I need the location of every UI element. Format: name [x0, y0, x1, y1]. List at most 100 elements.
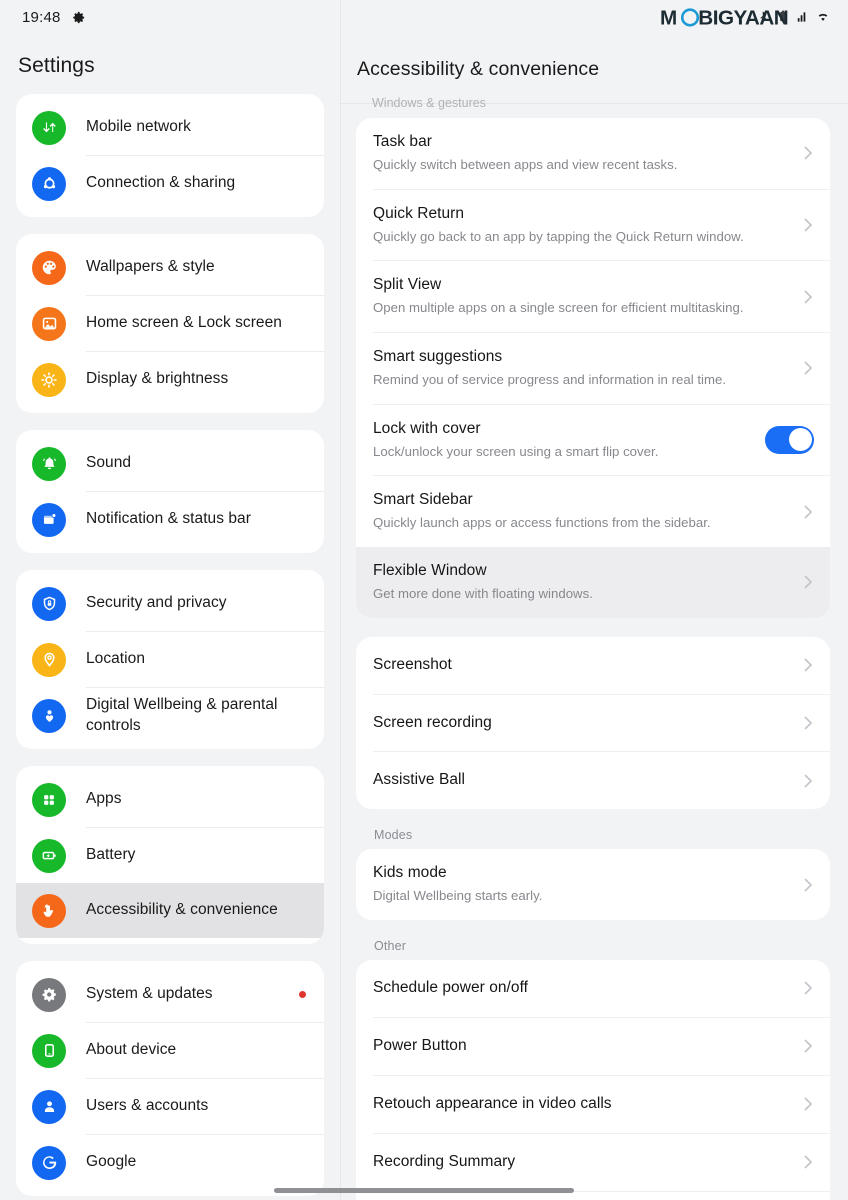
connection-sharing-icon [32, 166, 66, 201]
battery-icon [32, 838, 66, 873]
detail-row-task-bar[interactable]: Task bar Quickly switch between apps and… [356, 118, 830, 189]
bluetooth-icon [756, 10, 770, 29]
accessibility-hand-icon [32, 893, 66, 928]
detail-title: Accessibility & convenience [357, 58, 600, 80]
detail-row-smart-sidebar[interactable]: Smart Sidebar Quickly launch apps or acc… [356, 476, 830, 547]
signal-icon [796, 10, 810, 29]
sidebar-item-label: Display & brightness [86, 370, 229, 388]
row-title: Smart suggestions [373, 347, 503, 365]
detail-card-other: Schedule power on/off Power Button Retou… [356, 960, 830, 1200]
security-shield-lock-icon [32, 586, 66, 621]
wifi-icon [816, 10, 830, 29]
sidebar-group-system: System & updates About device Users & ac… [16, 961, 324, 1196]
google-icon [32, 1145, 66, 1180]
detail-row-split-view[interactable]: Split View Open multiple apps on a singl… [356, 261, 830, 332]
detail-row-screenshot[interactable]: Screenshot [356, 637, 830, 694]
sidebar-item-label: Location [86, 650, 146, 668]
sidebar-item-wallpapers-style[interactable]: Wallpapers & style [16, 240, 324, 295]
sidebar-item-system-updates[interactable]: System & updates [16, 967, 324, 1022]
sidebar-item-label: Battery [86, 846, 136, 864]
detail-card-windows-gestures: Task bar Quickly switch between apps and… [356, 118, 830, 618]
detail-row-screen-recording[interactable]: Screen recording [356, 695, 830, 752]
sidebar-item-users-accounts[interactable]: Users & accounts [16, 1079, 324, 1134]
section-label-modes: Modes [374, 828, 413, 843]
detail-row-quick-return[interactable]: Quick Return Quickly go back to an app b… [356, 190, 830, 261]
system-updates-gear-icon [32, 977, 66, 1012]
status-bar-left: 19:48 [0, 0, 340, 34]
detail-row-retouch-appearance[interactable]: Retouch appearance in video calls [356, 1076, 830, 1133]
row-title: Screen recording [373, 713, 492, 731]
sidebar-item-connection-sharing[interactable]: Connection & sharing [16, 156, 324, 211]
detail-row-schedule-power[interactable]: Schedule power on/off [356, 960, 830, 1017]
chevron-right-icon [802, 655, 814, 675]
sidebar-item-accessibility-convenience[interactable]: Accessibility & convenience [16, 883, 324, 938]
gesture-navigation-bar[interactable] [274, 1188, 574, 1193]
sidebar-group-network: Mobile network Connection & sharing [16, 94, 324, 217]
digital-wellbeing-icon [32, 698, 66, 733]
sidebar-item-label: Home screen & Lock screen [86, 314, 282, 332]
detail-pane: M BIGYAAN Accessibility & convenience Wi… [340, 0, 848, 1200]
detail-row-assistive-ball[interactable]: Assistive Ball [356, 752, 830, 809]
detail-row-smart-suggestions[interactable]: Smart suggestions Remind you of service … [356, 333, 830, 404]
detail-row-recording-summary[interactable]: Recording Summary [356, 1134, 830, 1191]
sidebar-item-about-device[interactable]: About device [16, 1023, 324, 1078]
detail-card-capture: Screenshot Screen recording Assistive Ba… [356, 636, 830, 810]
sidebar-item-label: Sound [86, 454, 132, 472]
sidebar-item-mobile-network[interactable]: Mobile network [16, 100, 324, 155]
sidebar-item-display-brightness[interactable]: Display & brightness [16, 352, 324, 407]
chevron-right-icon [802, 1152, 814, 1172]
sidebar-scroll-area[interactable]: Mobile network Connection & sharing Wall… [0, 94, 340, 1196]
detail-scroll-area[interactable]: Windows & gestures Task bar Quickly swit… [340, 96, 848, 1200]
sidebar-item-notification-status-bar[interactable]: Notification & status bar [16, 492, 324, 547]
about-device-phone-icon [32, 1033, 66, 1068]
settings-screen: 19:48 Settings Mobile network Connection… [0, 0, 848, 1200]
sidebar-item-label: System & updates [86, 985, 213, 1003]
users-accounts-icon [32, 1089, 66, 1124]
apps-grid-icon [32, 782, 66, 817]
chevron-right-icon [802, 713, 814, 733]
lock-with-cover-toggle[interactable] [765, 425, 814, 454]
notification-status-bar-icon [32, 502, 66, 537]
detail-row-kids-mode[interactable]: Kids mode Digital Wellbeing starts early… [356, 849, 830, 920]
detail-row-flexible-window[interactable]: Flexible Window Get more done with float… [356, 546, 830, 618]
sidebar-item-security-and-privacy[interactable]: Security and privacy [16, 576, 324, 631]
chevron-right-icon [802, 502, 814, 522]
sidebar-item-location[interactable]: Location [16, 632, 324, 687]
row-title: Flexible Window [373, 561, 487, 579]
detail-card-modes: Kids mode Digital Wellbeing starts early… [356, 849, 830, 921]
sidebar-item-apps[interactable]: Apps [16, 772, 324, 827]
display-brightness-icon [32, 362, 66, 397]
row-subtitle: Open multiple apps on a single screen fo… [373, 300, 744, 316]
row-title: Assistive Ball [373, 771, 466, 789]
section-label-other: Other [374, 939, 407, 954]
row-subtitle: Get more done with floating windows. [373, 585, 593, 601]
sidebar-item-label: Apps [86, 790, 122, 808]
row-subtitle: Remind you of service progress and infor… [373, 371, 727, 387]
page-title: Settings [18, 54, 95, 77]
sidebar-item-label: Digital Wellbeing & parental controls [86, 696, 278, 734]
sidebar-group-privacy: Security and privacy Location Digital We… [16, 570, 324, 749]
row-subtitle: Digital Wellbeing starts early. [373, 888, 543, 904]
sidebar-group-apps: Apps Battery Accessibility & convenience [16, 766, 324, 944]
sidebar-item-label: About device [86, 1041, 177, 1059]
detail-row-power-button[interactable]: Power Button [356, 1018, 830, 1075]
sidebar-item-google[interactable]: Google [16, 1135, 324, 1190]
location-pin-icon [32, 642, 66, 677]
battery-icon [776, 8, 790, 30]
row-title: Schedule power on/off [373, 979, 529, 997]
chevron-right-icon [802, 143, 814, 163]
detail-row-lock-with-cover[interactable]: Lock with cover Lock/unlock your screen … [356, 405, 830, 476]
wallpaper-palette-icon [32, 250, 66, 285]
row-title: Kids mode [373, 864, 447, 882]
row-title: Screenshot [373, 655, 452, 673]
row-title: Power Button [373, 1036, 467, 1054]
row-title: Recording Summary [373, 1152, 516, 1170]
chevron-right-icon [802, 287, 814, 307]
row-subtitle: Quickly switch between apps and view rec… [373, 156, 678, 172]
sidebar-item-sound[interactable]: Sound [16, 436, 324, 491]
row-title: Task bar [373, 133, 432, 150]
sidebar-item-digital-wellbeing[interactable]: Digital Wellbeing & parental controls [16, 688, 324, 743]
sidebar-item-battery[interactable]: Battery [16, 828, 324, 883]
sidebar-item-home-lock-screen[interactable]: Home screen & Lock screen [16, 296, 324, 351]
row-title: Quick Return [373, 204, 465, 222]
